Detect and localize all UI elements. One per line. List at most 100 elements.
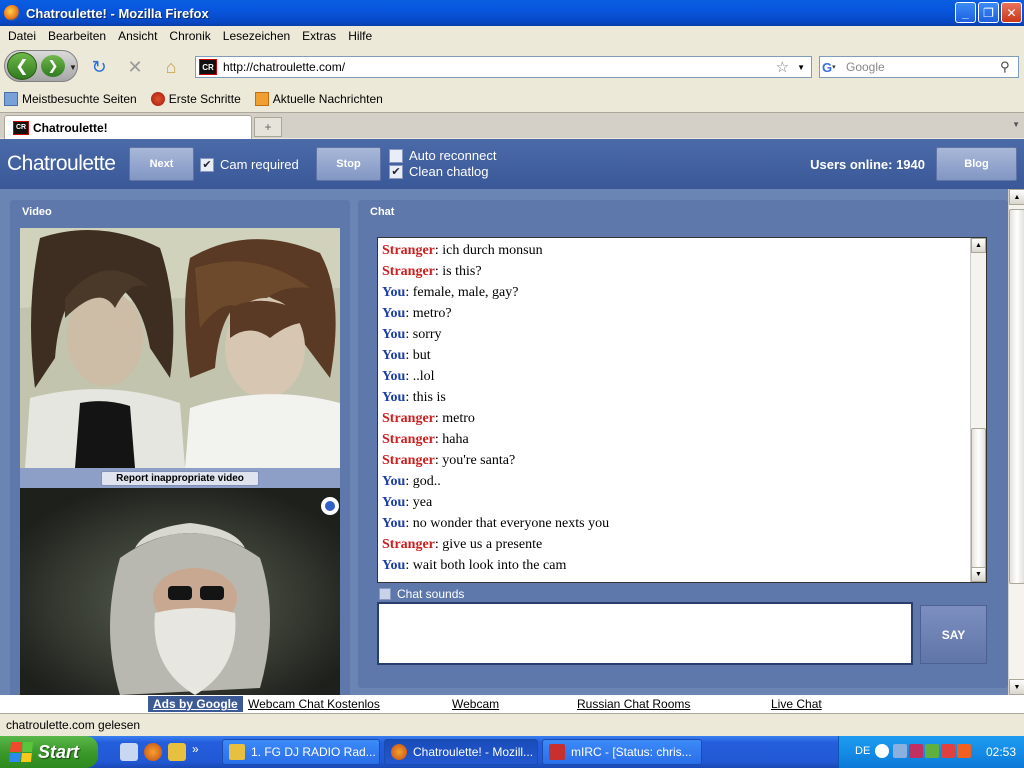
tab-chatroulette[interactable]: CR Chatroulette! [4, 115, 252, 139]
back-button[interactable]: ❮ [7, 52, 37, 80]
taskbar-item-radio[interactable]: 1. FG DJ RADIO Rad... [222, 739, 380, 765]
windows-taskbar: Start » 1. FG DJ RADIO Rad... Chatroulet… [0, 736, 1024, 768]
home-icon[interactable]: ⌂ [160, 56, 182, 78]
chat-scroll-thumb[interactable] [971, 428, 986, 568]
menu-hilfe[interactable]: Hilfe [342, 29, 378, 43]
chat-log[interactable]: Stranger: ich durch monsun Stranger: is t… [377, 237, 987, 583]
ads-by-google-link[interactable]: Ads by Google [148, 696, 243, 712]
chat-scroll-up-icon[interactable]: ▲ [971, 238, 986, 253]
chat-speaker: Stranger [382, 537, 435, 552]
checkbox-box[interactable] [379, 588, 391, 600]
chat-speaker: You [382, 327, 406, 342]
chat-message: this is [412, 390, 446, 405]
most-visited-icon [4, 92, 18, 106]
quicklaunch-firefox-icon[interactable] [144, 743, 162, 761]
url-text[interactable]: http://chatroulette.com/ [223, 60, 776, 74]
ad-link[interactable]: Russian Chat Rooms [577, 697, 690, 711]
chat-line: You: but [382, 348, 431, 363]
bookmark-star-icon[interactable]: ☆ [776, 58, 789, 76]
language-indicator[interactable]: DE [855, 745, 870, 757]
auto-reconnect-label: Auto reconnect [409, 148, 497, 163]
next-button[interactable]: Next [129, 147, 194, 181]
chat-line: You: sorry [382, 327, 442, 342]
navigation-toolbar: ❮ ❯ ▼ ↻ ✕ ⌂ CR http://chatroulette.com/ … [0, 46, 1024, 88]
antivirus-icon[interactable] [941, 744, 955, 758]
tray-app-icon[interactable] [957, 744, 971, 758]
report-inappropriate-button[interactable]: Report inappropriate video [101, 470, 259, 486]
bookmarks-bar: Meistbesuchte Seiten Erste Schritte Aktu… [0, 88, 1024, 110]
search-placeholder[interactable]: Google [846, 60, 1000, 74]
quicklaunch-explorer-icon[interactable] [120, 743, 138, 761]
chat-speaker: Stranger [382, 411, 435, 426]
taskbar-item-firefox[interactable]: Chatroulette! - Mozill... [384, 739, 538, 765]
quicklaunch-more-icon[interactable]: » [192, 742, 199, 756]
chat-line: Stranger: you're santa? [382, 453, 516, 468]
clean-chatlog-checkbox[interactable]: ✔ Clean chatlog [389, 164, 489, 179]
maximize-button[interactable]: ❐ [978, 2, 999, 23]
ad-link[interactable]: Live Chat [771, 697, 822, 711]
chatroulette-logo[interactable]: Chatroulette [7, 152, 116, 176]
quicklaunch-winamp-icon[interactable] [168, 743, 186, 761]
chat-scroll-down-icon[interactable]: ▼ [971, 567, 986, 582]
forward-button[interactable]: ❯ [41, 55, 65, 77]
new-tab-button[interactable]: + [254, 117, 282, 137]
chat-message: give us a presente [442, 537, 543, 552]
window-title-bar[interactable]: Chatroulette! - Mozilla Firefox _ ❐ ✕ [0, 0, 1024, 26]
search-box[interactable]: G ▾ Google ⚲ [819, 56, 1019, 78]
chat-speaker: You [382, 369, 406, 384]
blog-button[interactable]: Blog [936, 147, 1017, 181]
chat-speaker: You [382, 495, 406, 510]
history-dropdown-icon[interactable]: ▼ [69, 63, 77, 72]
close-window-button[interactable]: ✕ [1001, 2, 1022, 23]
menu-chronik[interactable]: Chronik [163, 29, 216, 43]
video-panel-title: Video [22, 206, 52, 218]
tab-list-icon[interactable]: ▼ [1012, 120, 1020, 129]
search-icon[interactable]: ⚲ [1000, 59, 1018, 75]
bookmark-most-visited[interactable]: Meistbesuchte Seiten [4, 92, 137, 106]
chat-message: ..lol [412, 369, 435, 384]
say-button[interactable]: SAY [920, 605, 987, 664]
chat-line: You: female, male, gay? [382, 285, 519, 300]
menu-bar: Datei Bearbeiten Ansicht Chronik Lesezei… [0, 26, 1024, 46]
auto-reconnect-checkbox[interactable]: Auto reconnect [389, 148, 496, 163]
minimize-button[interactable]: _ [955, 2, 976, 23]
chat-sounds-checkbox[interactable]: Chat sounds [379, 587, 464, 601]
bookmark-news[interactable]: Aktuelle Nachrichten [254, 92, 383, 106]
chat-scrollbar[interactable]: ▲ ▼ [970, 238, 986, 582]
stop-button[interactable]: Stop [316, 147, 381, 181]
message-input[interactable] [377, 602, 913, 665]
ad-link[interactable]: Webcam Chat Kostenlos [248, 697, 380, 711]
menu-lesezeichen[interactable]: Lesezeichen [217, 29, 296, 43]
google-icon[interactable]: G ▾ [822, 58, 844, 76]
network-icon[interactable] [893, 744, 907, 758]
checkbox-box[interactable]: ✔ [200, 157, 214, 172]
checkbox-box[interactable]: ✔ [389, 164, 403, 179]
reload-icon[interactable]: ↻ [88, 56, 110, 78]
tray-app-icon[interactable] [925, 744, 939, 758]
menu-ansicht[interactable]: Ansicht [112, 29, 163, 43]
cam-required-checkbox[interactable]: ✔ Cam required [200, 157, 299, 172]
tray-app-icon[interactable] [909, 744, 923, 758]
chat-message: yea [412, 495, 433, 510]
url-bar[interactable]: CR http://chatroulette.com/ ☆ ▼ [195, 56, 812, 78]
start-button[interactable]: Start [0, 736, 98, 768]
page-scrollbar[interactable]: ▲ ▼ [1008, 189, 1024, 695]
url-dropdown-icon[interactable]: ▼ [797, 63, 805, 72]
menu-extras[interactable]: Extras [296, 29, 342, 43]
ad-link[interactable]: Webcam [452, 697, 499, 711]
chat-message: sorry [412, 327, 442, 342]
chat-speaker: You [382, 474, 406, 489]
page-scroll-thumb[interactable] [1009, 209, 1024, 584]
taskbar-item-mirc[interactable]: mIRC - [Status: chris... [542, 739, 702, 765]
menu-bearbeiten[interactable]: Bearbeiten [42, 29, 112, 43]
stop-icon[interactable]: ✕ [124, 56, 146, 78]
scroll-down-icon[interactable]: ▼ [1009, 679, 1024, 695]
checkbox-box[interactable] [389, 148, 403, 163]
tray-expand-icon[interactable] [875, 744, 889, 758]
menu-datei[interactable]: Datei [2, 29, 42, 43]
chat-lines: Stranger: ich durch monsun Stranger: is t… [382, 240, 966, 576]
winamp-icon [229, 744, 245, 760]
bookmark-getting-started[interactable]: Erste Schritte [150, 92, 241, 106]
users-online-count: Users online: 1940 [810, 157, 925, 172]
scroll-up-icon[interactable]: ▲ [1009, 189, 1024, 205]
